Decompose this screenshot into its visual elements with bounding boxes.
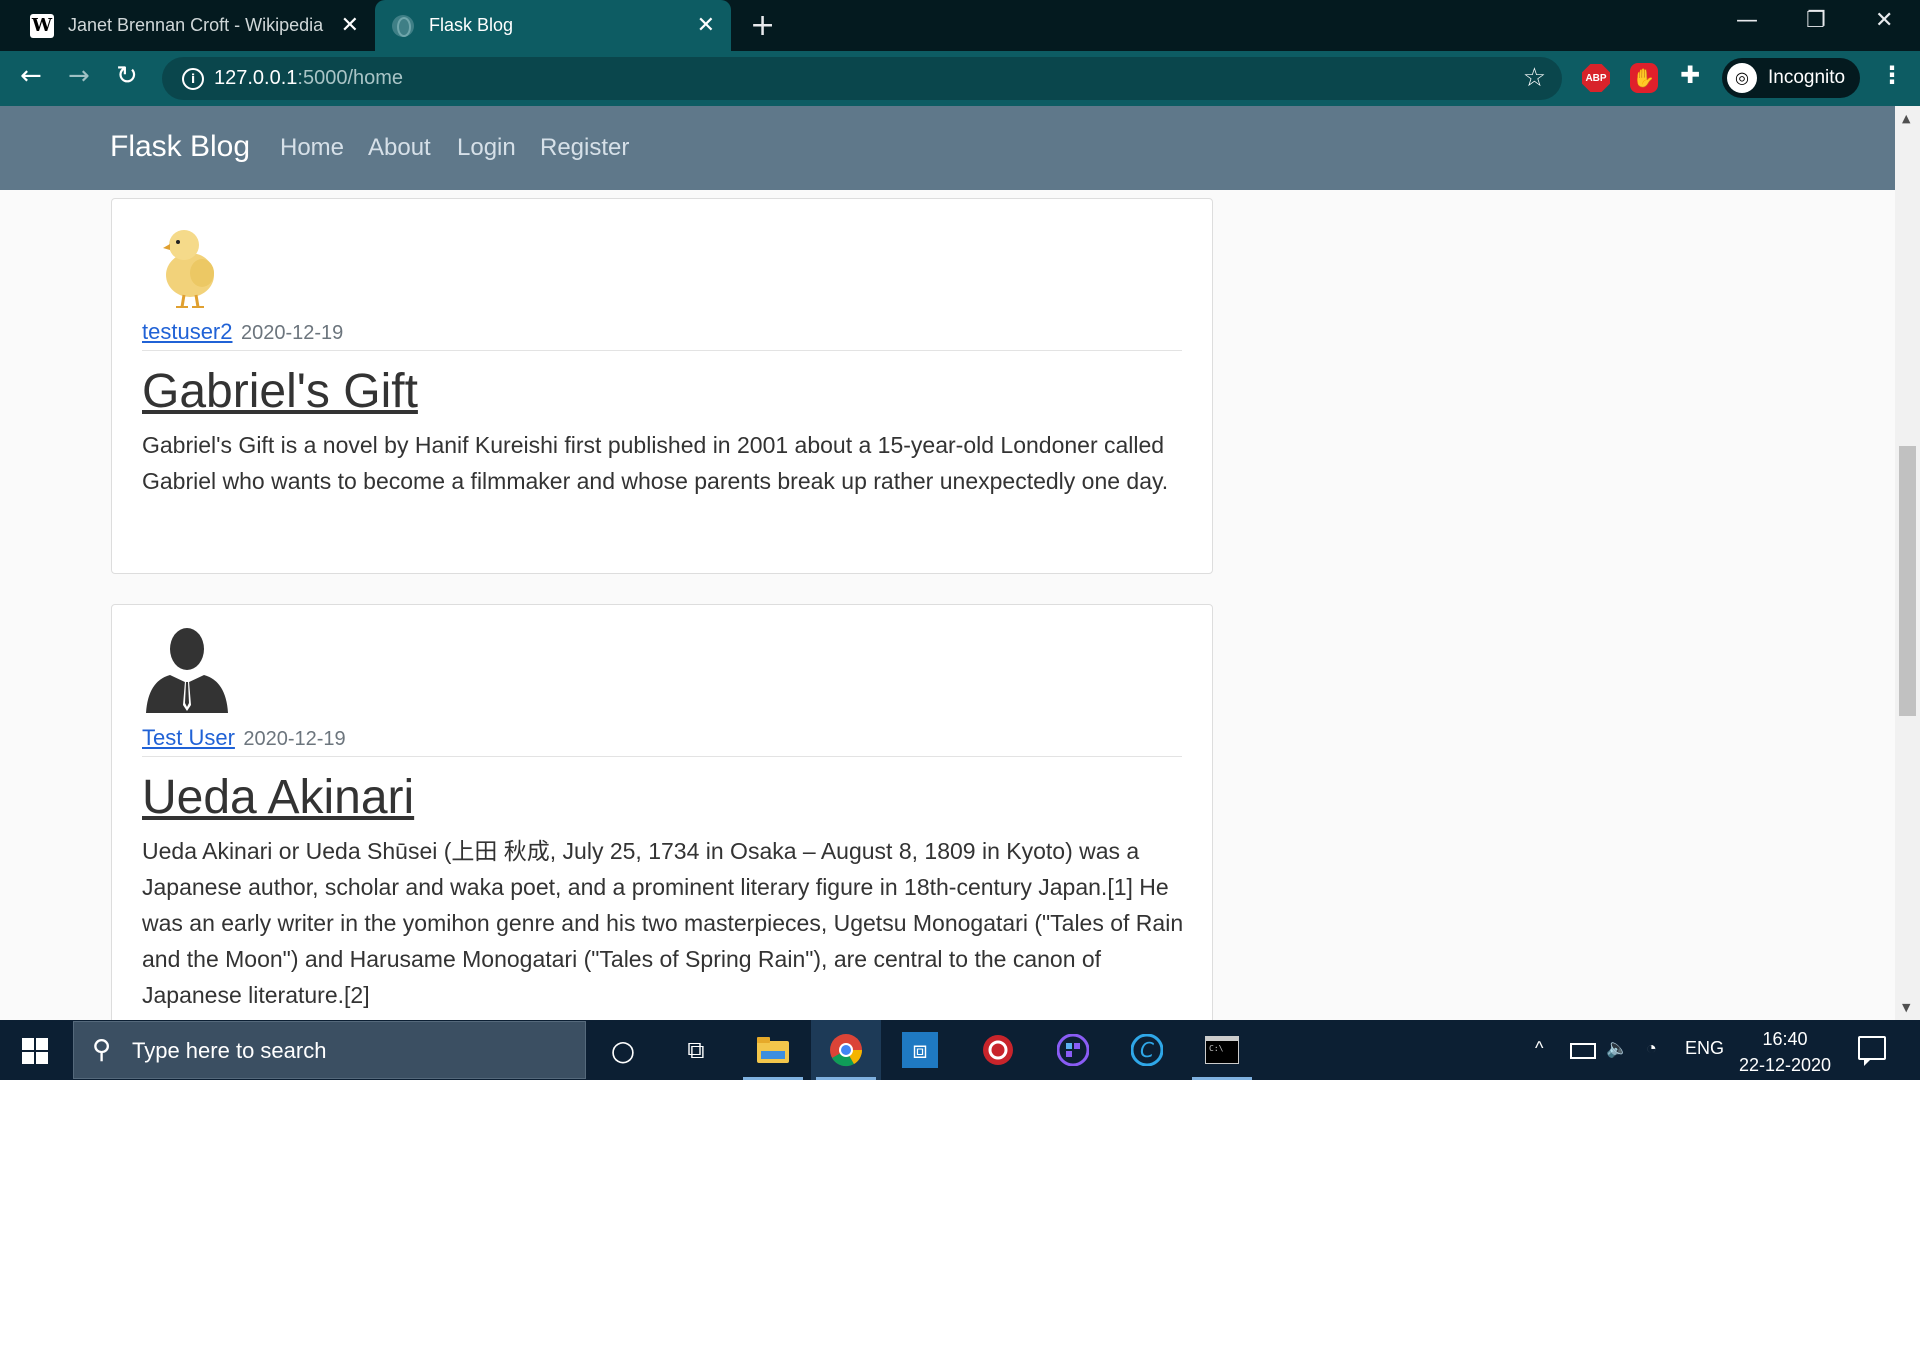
post-date: 2020-12-19: [240, 322, 344, 344]
site-navbar: Flask Blog Home About Login Register: [0, 106, 1895, 190]
reload-icon[interactable]: ↻: [116, 61, 138, 91]
bookmark-star-icon[interactable]: ☆: [1523, 63, 1546, 93]
site-info-icon[interactable]: i: [182, 68, 204, 90]
chrome-active-indicator: [816, 1077, 876, 1080]
post-author-link[interactable]: testuser2: [142, 319, 233, 344]
post-title-link[interactable]: Gabriel's Gift: [142, 364, 418, 419]
page-scrollbar[interactable]: ▲ ▼: [1895, 106, 1920, 1020]
c-app-icon[interactable]: C: [1127, 1030, 1167, 1070]
nav-login[interactable]: Login: [457, 134, 516, 162]
post-author-link[interactable]: Test User: [142, 725, 235, 750]
chrome-icon[interactable]: [826, 1030, 866, 1070]
tab-title: Janet Brennan Croft - Wikipedia: [68, 15, 324, 35]
close-window-icon[interactable]: ✕: [1875, 8, 1893, 33]
scroll-thumb[interactable]: [1899, 446, 1916, 716]
clock-date: 22-12-2020: [1738, 1055, 1832, 1075]
address-bar[interactable]: i 127.0.0.1:5000/home ☆: [162, 57, 1562, 100]
browser-toolbar: ← → ↻ i 127.0.0.1:5000/home ☆ ABP ✋ ✚ ◎ …: [0, 51, 1920, 106]
volume-icon[interactable]: 🔈: [1606, 1038, 1628, 1059]
post-meta: Test User 2020-12-19: [142, 725, 1182, 757]
adblock-icon[interactable]: ABP: [1582, 64, 1610, 92]
post-card: testuser2 2020-12-19 Gabriel's Gift Gabr…: [111, 198, 1213, 574]
cortana-icon[interactable]: ○: [603, 1030, 643, 1070]
taskbar-search-box[interactable]: ⚲ Type here to search: [73, 1021, 586, 1079]
explorer-active-indicator: [743, 1077, 803, 1080]
red-app-icon[interactable]: [978, 1030, 1018, 1070]
post-body: Ueda Akinari or Ueda Shūsei (上田 秋成, July…: [142, 838, 1184, 1008]
visual-studio-icon[interactable]: [1053, 1030, 1093, 1070]
screen: W Janet Brennan Croft - Wikipedia ✕ Flas…: [0, 0, 1920, 1080]
extensions-puzzle-icon[interactable]: ✚: [1680, 61, 1700, 89]
windows-taskbar: ⚲ Type here to search ○ ⧉ ⧈ C C:\ ^ 🔈 ◔ …: [0, 1020, 1920, 1080]
stop-hand-icon[interactable]: ✋: [1630, 63, 1658, 93]
remote-desktop-icon[interactable]: ⧈: [902, 1032, 938, 1068]
nav-home[interactable]: Home: [280, 134, 344, 162]
browser-tab-strip: W Janet Brennan Croft - Wikipedia ✕ Flas…: [0, 0, 1920, 51]
post-body: Gabriel's Gift is a novel by Hanif Kurei…: [142, 432, 1169, 494]
forward-icon[interactable]: →: [68, 61, 90, 91]
file-explorer-icon[interactable]: [753, 1030, 793, 1070]
person-silhouette-avatar-image: [146, 628, 228, 713]
post-card: Test User 2020-12-19 Ueda Akinari Ueda A…: [111, 604, 1213, 1020]
tab-flask-blog[interactable]: Flask Blog ✕: [375, 0, 731, 51]
scroll-up-icon[interactable]: ▲: [1902, 112, 1910, 125]
post-date: 2020-12-19: [243, 728, 346, 750]
battery-icon[interactable]: [1570, 1043, 1596, 1059]
post-title-link[interactable]: Ueda Akinari: [142, 770, 414, 825]
search-placeholder: Type here to search: [132, 1038, 327, 1063]
restore-icon[interactable]: ❐: [1806, 8, 1826, 33]
scroll-down-icon[interactable]: ▼: [1902, 1001, 1910, 1014]
search-icon: ⚲: [92, 1035, 112, 1065]
browser-menu-icon[interactable]: ⋮: [1880, 61, 1904, 89]
back-icon[interactable]: ←: [20, 61, 42, 91]
wikipedia-icon: W: [30, 13, 54, 38]
notification-center-icon[interactable]: [1858, 1036, 1886, 1066]
nav-register[interactable]: Register: [540, 134, 629, 162]
tab-title: Flask Blog: [429, 15, 514, 35]
nav-about[interactable]: About: [368, 134, 431, 162]
task-view-icon[interactable]: ⧉: [676, 1030, 716, 1070]
chick-avatar-image: [163, 230, 214, 308]
svg-text:C: C: [1140, 1038, 1154, 1062]
tab-wikipedia[interactable]: W Janet Brennan Croft - Wikipedia ✕: [14, 0, 375, 51]
svg-text:C:\: C:\: [1209, 1044, 1224, 1053]
incognito-icon: ◎: [1727, 63, 1757, 93]
site-brand[interactable]: Flask Blog: [110, 130, 250, 164]
close-tab-icon[interactable]: ✕: [697, 13, 715, 38]
system-clock[interactable]: 16:40 22-12-2020: [1730, 1026, 1840, 1078]
url-text[interactable]: 127.0.0.1:5000/home: [214, 67, 403, 90]
wifi-icon[interactable]: ◔: [1646, 1038, 1657, 1059]
close-tab-icon[interactable]: ✕: [341, 13, 359, 38]
incognito-profile-button[interactable]: ◎ Incognito: [1722, 58, 1860, 98]
post-meta: testuser2 2020-12-19: [142, 319, 1182, 351]
language-indicator[interactable]: ENG: [1685, 1038, 1724, 1059]
terminal-active-indicator: [1192, 1077, 1252, 1080]
incognito-label: Incognito: [1768, 67, 1846, 88]
new-tab-icon[interactable]: +: [750, 8, 775, 43]
clock-time: 16:40: [1762, 1029, 1808, 1049]
globe-icon: [391, 14, 415, 38]
main-content: testuser2 2020-12-19 Gabriel's Gift Gabr…: [0, 190, 1895, 1020]
windows-start-icon[interactable]: [22, 1038, 48, 1064]
show-hidden-icons-icon[interactable]: ^: [1535, 1038, 1543, 1059]
terminal-icon[interactable]: C:\: [1202, 1030, 1242, 1070]
minimize-icon[interactable]: —: [1736, 8, 1758, 33]
